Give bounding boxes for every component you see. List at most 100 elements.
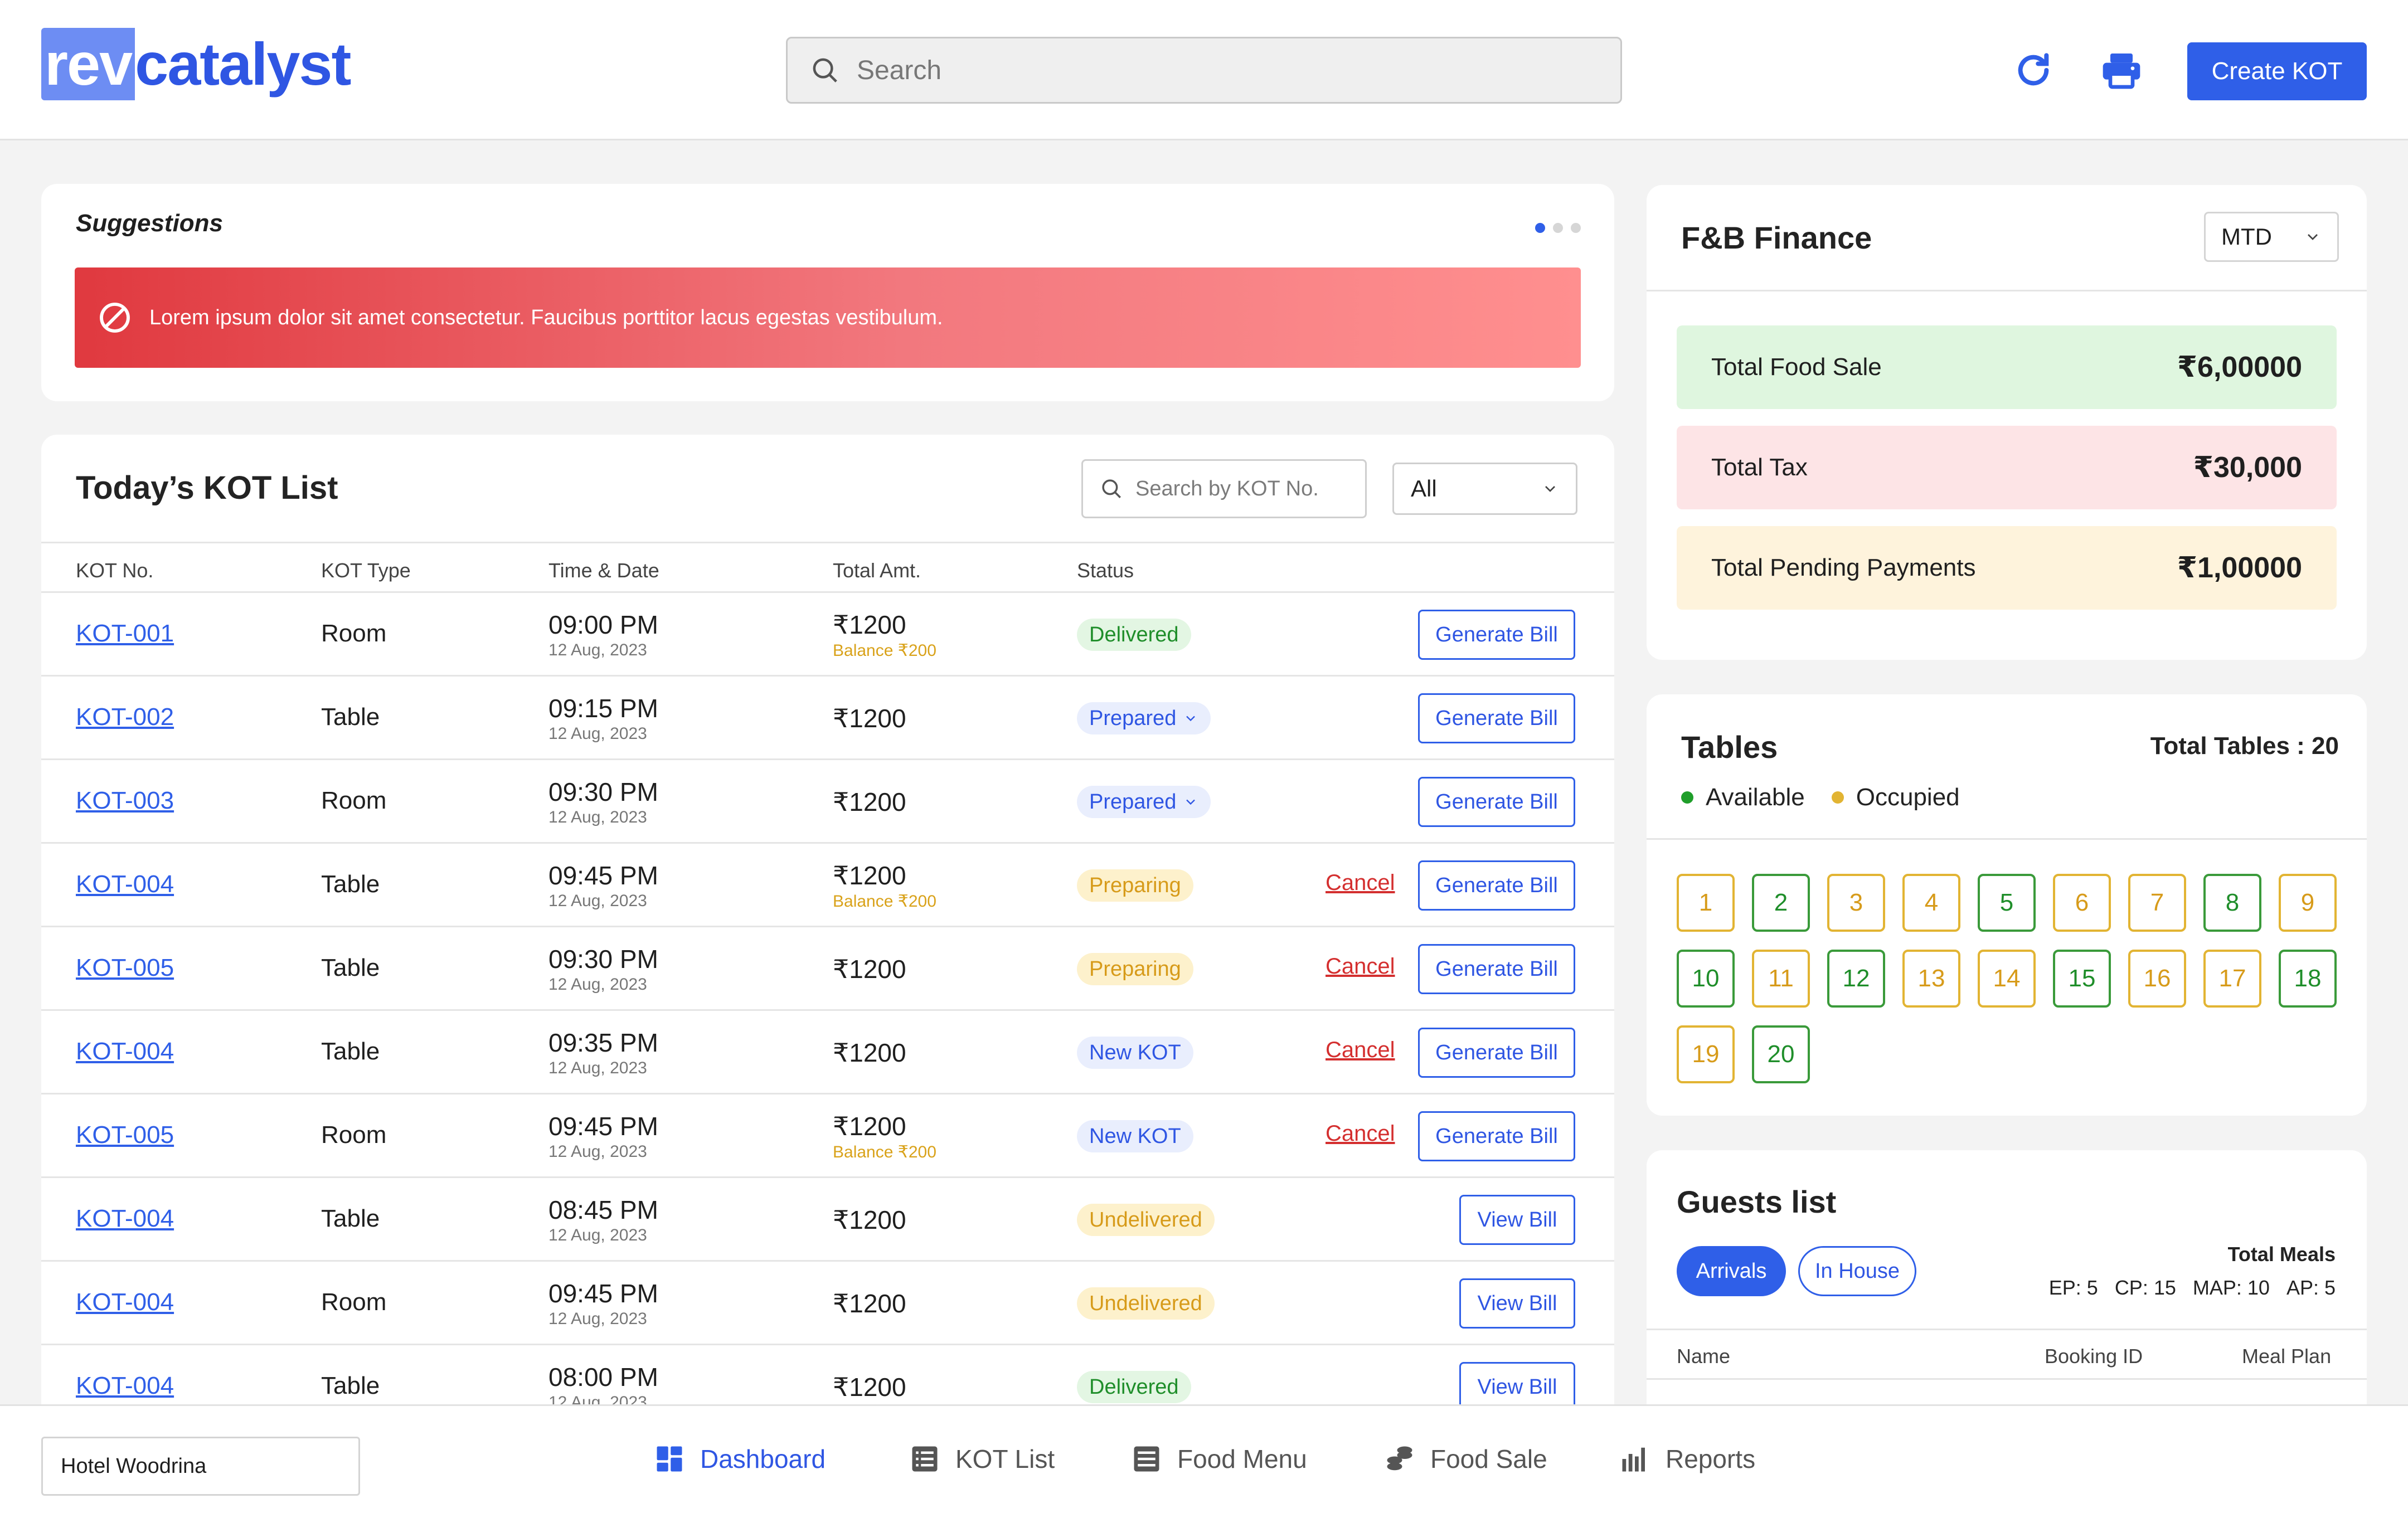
kot-amount: ₹1200 bbox=[833, 1205, 906, 1234]
finance-value: ₹6,00000 bbox=[2177, 351, 2302, 383]
table-cell-19[interactable]: 19 bbox=[1677, 1025, 1735, 1083]
status-badge: New KOT bbox=[1077, 1120, 1193, 1152]
generate-bill-button[interactable]: Generate Bill bbox=[1418, 610, 1575, 660]
kot-number-link[interactable]: KOT-004 bbox=[76, 1038, 174, 1066]
table-cell-18[interactable]: 18 bbox=[2279, 950, 2337, 1008]
carousel-dot[interactable] bbox=[1571, 223, 1581, 233]
cancel-kot-link[interactable]: Cancel bbox=[1326, 954, 1395, 979]
table-cell-5[interactable]: 5 bbox=[1978, 874, 2036, 932]
table-cell-10[interactable]: 10 bbox=[1677, 950, 1735, 1008]
status-badge: New KOT bbox=[1077, 1037, 1193, 1069]
kot-number-link[interactable]: KOT-001 bbox=[76, 620, 174, 648]
cancel-kot-link[interactable]: Cancel bbox=[1326, 1038, 1395, 1063]
kot-amount: ₹1200 bbox=[833, 1373, 906, 1402]
carousel-dot[interactable] bbox=[1553, 223, 1563, 233]
table-cell-15[interactable]: 15 bbox=[2053, 950, 2111, 1008]
table-cell-20[interactable]: 20 bbox=[1752, 1025, 1810, 1083]
kot-table-row: KOT-002 Table 09:15 PM 12 Aug, 2023 ₹1200 Pre… bbox=[41, 677, 1614, 760]
nav-food-menu[interactable]: Food Menu bbox=[1132, 1444, 1307, 1474]
hotel-selector[interactable]: Hotel Woodrina bbox=[41, 1437, 360, 1496]
generate-bill-button[interactable]: Generate Bill bbox=[1418, 693, 1575, 743]
bar-chart-icon bbox=[1622, 1447, 1645, 1472]
refresh-icon[interactable] bbox=[2011, 48, 2056, 93]
legend-occupied: Occupied bbox=[1831, 784, 1960, 811]
kot-search[interactable] bbox=[1081, 459, 1367, 518]
kot-number-link[interactable]: KOT-004 bbox=[76, 1205, 174, 1233]
tab-in-house[interactable]: In House bbox=[1798, 1246, 1916, 1296]
table-cell-4[interactable]: 4 bbox=[1902, 874, 1960, 932]
table-cell-9[interactable]: 9 bbox=[2279, 874, 2337, 932]
kot-amount: ₹1200 bbox=[833, 787, 906, 816]
table-cell-13[interactable]: 13 bbox=[1902, 950, 1960, 1008]
kot-number-link[interactable]: KOT-004 bbox=[76, 1372, 174, 1400]
create-kot-button[interactable]: Create KOT bbox=[2187, 42, 2367, 100]
nav-kot-list[interactable]: KOT List bbox=[910, 1444, 1055, 1474]
legend-available: Available bbox=[1681, 784, 1805, 811]
kot-type: Table bbox=[321, 1038, 380, 1065]
status-badge[interactable]: Prepared bbox=[1077, 702, 1211, 734]
status-badge: Undelivered bbox=[1077, 1204, 1215, 1236]
nav-label: Food Sale bbox=[1430, 1444, 1547, 1473]
kot-status-filter[interactable]: All bbox=[1392, 463, 1577, 515]
table-cell-16[interactable]: 16 bbox=[2128, 950, 2186, 1008]
finance-period-select[interactable]: MTD bbox=[2204, 212, 2339, 262]
table-cell-8[interactable]: 8 bbox=[2203, 874, 2261, 932]
kot-number-link[interactable]: KOT-004 bbox=[76, 870, 174, 898]
table-cell-17[interactable]: 17 bbox=[2203, 950, 2261, 1008]
generate-bill-button[interactable]: Generate Bill bbox=[1418, 1028, 1575, 1078]
generate-bill-button[interactable]: Generate Bill bbox=[1418, 860, 1575, 911]
status-badge: Delivered bbox=[1077, 619, 1191, 651]
status-badge[interactable]: Prepared bbox=[1077, 786, 1211, 818]
global-search-input[interactable] bbox=[857, 55, 1581, 86]
column-header: KOT No. bbox=[76, 559, 154, 582]
kot-number-link[interactable]: KOT-004 bbox=[76, 1288, 174, 1316]
view-bill-button[interactable]: View Bill bbox=[1459, 1195, 1575, 1245]
generate-bill-button[interactable]: Generate Bill bbox=[1418, 777, 1575, 827]
kot-search-input[interactable] bbox=[1135, 476, 1358, 501]
table-cell-12[interactable]: 12 bbox=[1827, 950, 1885, 1008]
table-cell-11[interactable]: 11 bbox=[1752, 950, 1810, 1008]
generate-bill-button[interactable]: Generate Bill bbox=[1418, 1111, 1575, 1161]
generate-bill-button[interactable]: Generate Bill bbox=[1418, 944, 1575, 994]
kot-table-row: KOT-004 Table 09:45 PM 12 Aug, 2023 ₹1200 Bal… bbox=[41, 844, 1614, 927]
brand-logo[interactable]: revcatalyst bbox=[41, 28, 351, 100]
kot-type: Room bbox=[321, 620, 387, 647]
finance-total-tax: Total Tax ₹30,000 bbox=[1677, 426, 2337, 509]
table-cell-14[interactable]: 14 bbox=[1978, 950, 2036, 1008]
kot-number-link[interactable]: KOT-005 bbox=[76, 1121, 174, 1149]
view-bill-button[interactable]: View Bill bbox=[1459, 1278, 1575, 1329]
kot-type: Table bbox=[321, 954, 380, 981]
kot-table-row: KOT-005 Room 09:45 PM 12 Aug, 2023 ₹1200 Bala… bbox=[41, 1094, 1614, 1178]
kot-type: Room bbox=[321, 1288, 387, 1316]
printer-icon[interactable] bbox=[2099, 48, 2144, 93]
carousel-dot[interactable] bbox=[1535, 223, 1545, 233]
kot-number-link[interactable]: KOT-005 bbox=[76, 954, 174, 982]
table-cell-6[interactable]: 6 bbox=[2053, 874, 2111, 932]
kot-filter-value: All bbox=[1411, 475, 1437, 502]
table-cell-7[interactable]: 7 bbox=[2128, 874, 2186, 932]
hotel-name: Hotel Woodrina bbox=[61, 1454, 207, 1478]
cancel-kot-link[interactable]: Cancel bbox=[1326, 1121, 1395, 1146]
nav-reports[interactable]: Reports bbox=[1620, 1444, 1755, 1474]
view-bill-button[interactable]: View Bill bbox=[1459, 1362, 1575, 1404]
kot-type: Table bbox=[321, 1205, 380, 1232]
kot-list-title: Today’s KOT List bbox=[76, 470, 338, 506]
global-search[interactable] bbox=[786, 37, 1622, 104]
nav-label: Dashboard bbox=[700, 1444, 826, 1473]
nav-dashboard[interactable]: Dashboard bbox=[654, 1444, 826, 1474]
cancel-kot-link[interactable]: Cancel bbox=[1326, 870, 1395, 896]
nav-label: Food Menu bbox=[1177, 1444, 1307, 1473]
kot-number-link[interactable]: KOT-002 bbox=[76, 703, 174, 731]
kot-type: Room bbox=[321, 787, 387, 814]
suggestion-alert: Lorem ipsum dolor sit amet consectetur. … bbox=[75, 267, 1581, 368]
table-cell-1[interactable]: 1 bbox=[1677, 874, 1735, 932]
kot-number-link[interactable]: KOT-003 bbox=[76, 787, 174, 815]
tab-arrivals[interactable]: Arrivals bbox=[1677, 1246, 1786, 1296]
table-cell-2[interactable]: 2 bbox=[1752, 874, 1810, 932]
list-icon bbox=[912, 1446, 938, 1472]
kot-date: 12 Aug, 2023 bbox=[548, 724, 647, 743]
finance-label: Total Pending Payments bbox=[1711, 554, 1976, 581]
chevron-down-icon bbox=[2308, 234, 2318, 240]
table-cell-3[interactable]: 3 bbox=[1827, 874, 1885, 932]
nav-food-sale[interactable]: Food Sale bbox=[1385, 1444, 1547, 1474]
